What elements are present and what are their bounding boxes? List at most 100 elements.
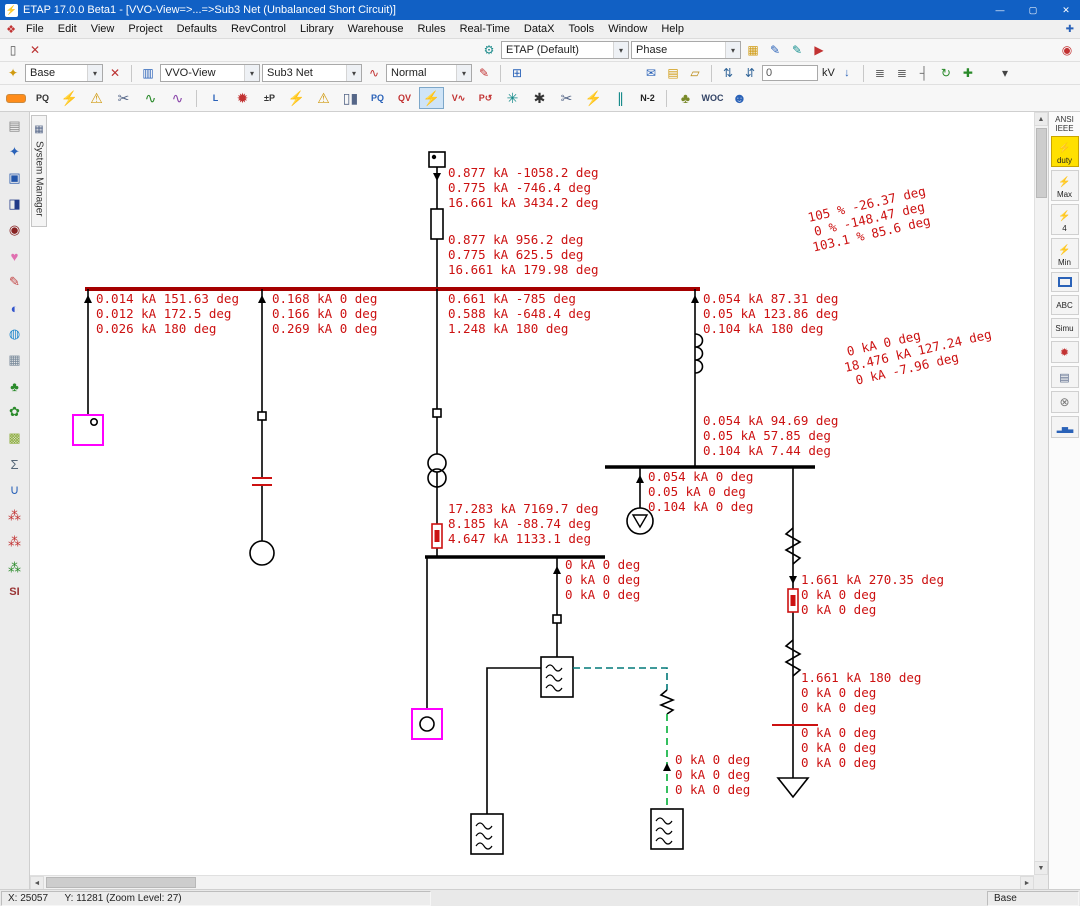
t2-connector[interactable]: [553, 557, 561, 657]
simulation-button[interactable]: Simu: [1051, 318, 1079, 338]
hv-breaker-symbol[interactable]: [431, 209, 443, 239]
window-close-button[interactable]: [1052, 0, 1080, 20]
ground-symbol[interactable]: [778, 778, 808, 797]
chevron-down-icon[interactable]: [456, 65, 471, 81]
new-project-icon[interactable]: ▯: [3, 41, 23, 59]
pointer-arrow-icon[interactable]: ▶: [809, 41, 829, 59]
arc-flash-icon[interactable]: ⚠: [84, 87, 109, 109]
phase-combo[interactable]: Phase: [631, 41, 741, 59]
tree-green-icon[interactable]: ⁂: [5, 558, 25, 578]
battery-icon[interactable]: ▯▮: [338, 87, 363, 109]
wave-green-icon[interactable]: ∿: [138, 87, 163, 109]
clear-config-icon[interactable]: ✕: [105, 64, 125, 82]
p-rotate-icon[interactable]: P↺: [473, 87, 498, 109]
left-leg-connector[interactable]: [487, 668, 541, 814]
toolbar-overflow-icon[interactable]: ▾: [995, 64, 1015, 82]
asterisk-icon[interactable]: ✱: [527, 87, 552, 109]
edit-pen-blue-icon[interactable]: ✎: [765, 41, 785, 59]
arc-flash-yellow-icon[interactable]: ⚠: [311, 87, 336, 109]
folder-out-icon[interactable]: ▱: [685, 64, 705, 82]
menu-item[interactable]: Tools: [562, 21, 602, 37]
scroll-down-button[interactable]: [1034, 861, 1048, 875]
refresh-icon[interactable]: ↻: [936, 64, 956, 82]
ground-grid-icon[interactable]: ◉: [5, 220, 25, 240]
menu-item[interactable]: RevControl: [224, 21, 293, 37]
ruler-horizontal-icon[interactable]: ≣: [870, 64, 890, 82]
user-icon[interactable]: ☻: [727, 87, 752, 109]
chevron-down-icon[interactable]: [613, 42, 628, 58]
tree-red-icon[interactable]: ⁂: [5, 506, 25, 526]
menu-item[interactable]: Window: [601, 21, 654, 37]
sort-up-icon[interactable]: ⇅: [718, 64, 738, 82]
grid-options-icon[interactable]: ⊞: [507, 64, 527, 82]
lock-icon[interactable]: ▣: [5, 168, 25, 188]
qv-icon[interactable]: QV: [392, 87, 417, 109]
menu-item[interactable]: Real-Time: [453, 21, 517, 37]
slider-icon[interactable]: ┤: [914, 64, 934, 82]
star-tool-icon[interactable]: ✦: [5, 142, 25, 162]
plant-green-icon[interactable]: ✿: [5, 402, 25, 422]
scroll-left-button[interactable]: [30, 876, 44, 889]
switch-symbol[interactable]: [433, 409, 441, 417]
view-combo[interactable]: VVO-View: [160, 64, 260, 82]
fuse-symbol[interactable]: [432, 524, 442, 548]
chevron-down-icon[interactable]: [87, 65, 102, 81]
bolt-dc-icon[interactable]: ⚡: [581, 87, 606, 109]
load-flow-icon[interactable]: L: [203, 87, 228, 109]
close-analysis-button[interactable]: [1051, 391, 1079, 413]
help-target-icon[interactable]: ◉: [1057, 41, 1077, 59]
plot-button[interactable]: [1051, 416, 1079, 438]
woc-icon[interactable]: WOC: [700, 87, 725, 109]
one-line-canvas[interactable]: 0.877 kA -1058.2 deg 0.775 kA -746.4 deg…: [30, 112, 1048, 889]
scissors-icon[interactable]: ✂: [554, 87, 579, 109]
revision-combo[interactable]: Normal: [386, 64, 472, 82]
bolt-black-icon[interactable]: ⚡: [57, 87, 82, 109]
parallel-lines-icon[interactable]: ∥: [608, 87, 633, 109]
fuse-symbol[interactable]: [788, 589, 798, 612]
system-manager-tab[interactable]: System Manager: [31, 115, 47, 227]
wave-purple-icon[interactable]: ∿: [165, 87, 190, 109]
unbalanced-short-circuit-icon[interactable]: ⚡: [419, 87, 444, 109]
cut-wave-icon[interactable]: ✂: [111, 87, 136, 109]
sticky-note-icon[interactable]: ▤: [663, 64, 683, 82]
kv-down-icon[interactable]: [837, 64, 857, 82]
window-minimize-button[interactable]: [986, 0, 1014, 20]
favorites-star-icon[interactable]: ✦: [3, 64, 23, 82]
switch-symbol[interactable]: [258, 412, 266, 420]
leaf-icon[interactable]: ♣: [673, 87, 698, 109]
feather-icon[interactable]: ✎: [5, 272, 25, 292]
chevron-down-icon[interactable]: [725, 42, 740, 58]
branch4-connector[interactable]: [691, 289, 703, 467]
network-combo[interactable]: Sub3 Net: [262, 64, 362, 82]
close-project-icon[interactable]: ✕: [25, 41, 45, 59]
scroll-right-button[interactable]: [1020, 876, 1034, 889]
menu-item[interactable]: Warehouse: [341, 21, 411, 37]
menu-item[interactable]: Edit: [51, 21, 84, 37]
cap-branch-connector[interactable]: [786, 467, 800, 778]
horizontal-scroll-thumb[interactable]: [46, 877, 196, 888]
settings-gear-icon[interactable]: ⚙: [479, 41, 499, 59]
plus-minus-p-icon[interactable]: ±P: [257, 87, 282, 109]
menu-item[interactable]: Project: [121, 21, 169, 37]
switch-symbol[interactable]: [553, 615, 561, 623]
max-button[interactable]: Max: [1051, 170, 1079, 201]
vertical-scroll-thumb[interactable]: [1036, 128, 1047, 198]
brain-icon[interactable]: ♥: [5, 246, 25, 266]
sum-tool-icon[interactable]: Σ: [5, 454, 25, 474]
grounding-transformer-symbol[interactable]: [661, 690, 673, 714]
winding-box-symbol[interactable]: [541, 657, 573, 697]
shield-icon[interactable]: ◨: [5, 194, 25, 214]
pq-blue-icon[interactable]: PQ: [365, 87, 390, 109]
scroll-up-button[interactable]: [1034, 112, 1048, 126]
menu-item[interactable]: Library: [293, 21, 341, 37]
alert-button[interactable]: [1051, 341, 1079, 363]
ruler-vertical-icon[interactable]: ≣: [892, 64, 912, 82]
menu-item[interactable]: Help: [654, 21, 691, 37]
motor-starting-icon[interactable]: ✹: [230, 87, 255, 109]
menu-item[interactable]: Rules: [410, 21, 452, 37]
view-windows-icon[interactable]: ▥: [138, 64, 158, 82]
vertical-scrollbar[interactable]: [1034, 112, 1048, 875]
redline-marker-icon[interactable]: [3, 87, 28, 109]
machine-symbol[interactable]: [250, 541, 274, 565]
sphere-icon[interactable]: ◐: [5, 298, 25, 318]
